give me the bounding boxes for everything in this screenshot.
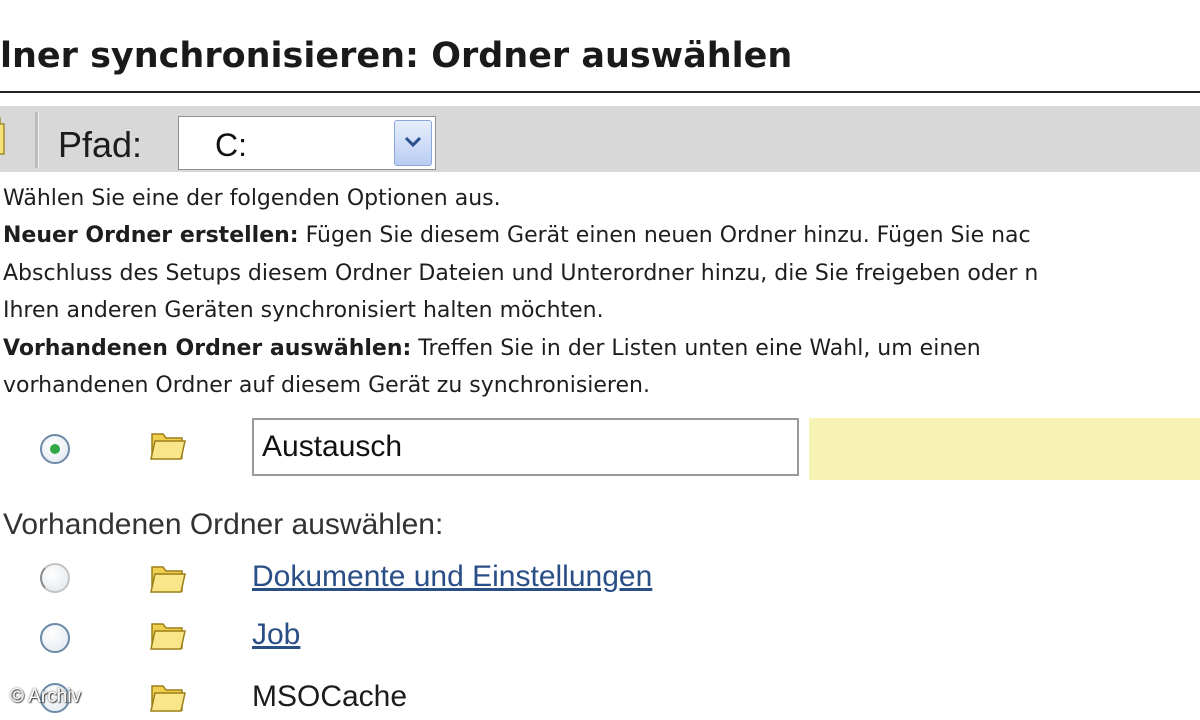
- chevron-down-icon: [404, 136, 422, 148]
- new-folder-radio[interactable]: [40, 434, 70, 464]
- existing-text-2: vorhandenen Ordner auf diesem Gerät zu s…: [3, 373, 650, 398]
- new-folder-name-input[interactable]: [252, 418, 799, 476]
- new-folder-description: Neuer Ordner erstellen: Fügen Sie diesem…: [3, 223, 1031, 248]
- intro-text: Wählen Sie eine der folgenden Optionen a…: [3, 186, 501, 211]
- path-dropdown-value: C:: [215, 127, 247, 163]
- folder-icon: [150, 566, 186, 593]
- folder-name-msocache: MSOCache: [252, 680, 408, 713]
- existing-folders-label: Vorhandenen Ordner auswählen:: [3, 508, 444, 541]
- folder-radio-dokumente[interactable]: [40, 563, 70, 593]
- new-folder-heading: Neuer Ordner erstellen:: [3, 223, 299, 248]
- folder-link-job[interactable]: Job: [252, 618, 300, 652]
- folder-icon[interactable]: [0, 112, 8, 158]
- path-label: Pfad:: [58, 124, 143, 165]
- folder-icon: [150, 685, 186, 712]
- folder-radio-job[interactable]: [40, 623, 70, 653]
- folder-icon: [150, 433, 186, 460]
- new-folder-text-3: Ihren anderen Geräten synchronisiert hal…: [3, 298, 604, 323]
- path-dropdown[interactable]: C:: [178, 116, 436, 170]
- folder-link-dokumente[interactable]: Dokumente und Einstellungen: [252, 560, 652, 594]
- page-title: lner synchronisieren: Ordner auswählen: [0, 36, 793, 76]
- existing-heading: Vorhandenen Ordner auswählen:: [3, 336, 412, 361]
- existing-text-1: Treffen Sie in der Listen unten eine Wah…: [411, 336, 981, 361]
- toolbar-separator: [35, 112, 39, 168]
- folder-icon: [150, 623, 186, 650]
- copyright-watermark: © Archiv: [10, 686, 82, 707]
- new-folder-text-1: Fügen Sie diesem Gerät einen neuen Ordne…: [298, 223, 1031, 248]
- existing-description: Vorhandenen Ordner auswählen: Treffen Si…: [3, 336, 981, 361]
- title-divider: [0, 91, 1200, 93]
- path-dropdown-button[interactable]: [394, 120, 432, 166]
- input-highlight: [809, 418, 1200, 480]
- new-folder-text-2: Abschluss des Setups diesem Ordner Datei…: [3, 261, 1039, 286]
